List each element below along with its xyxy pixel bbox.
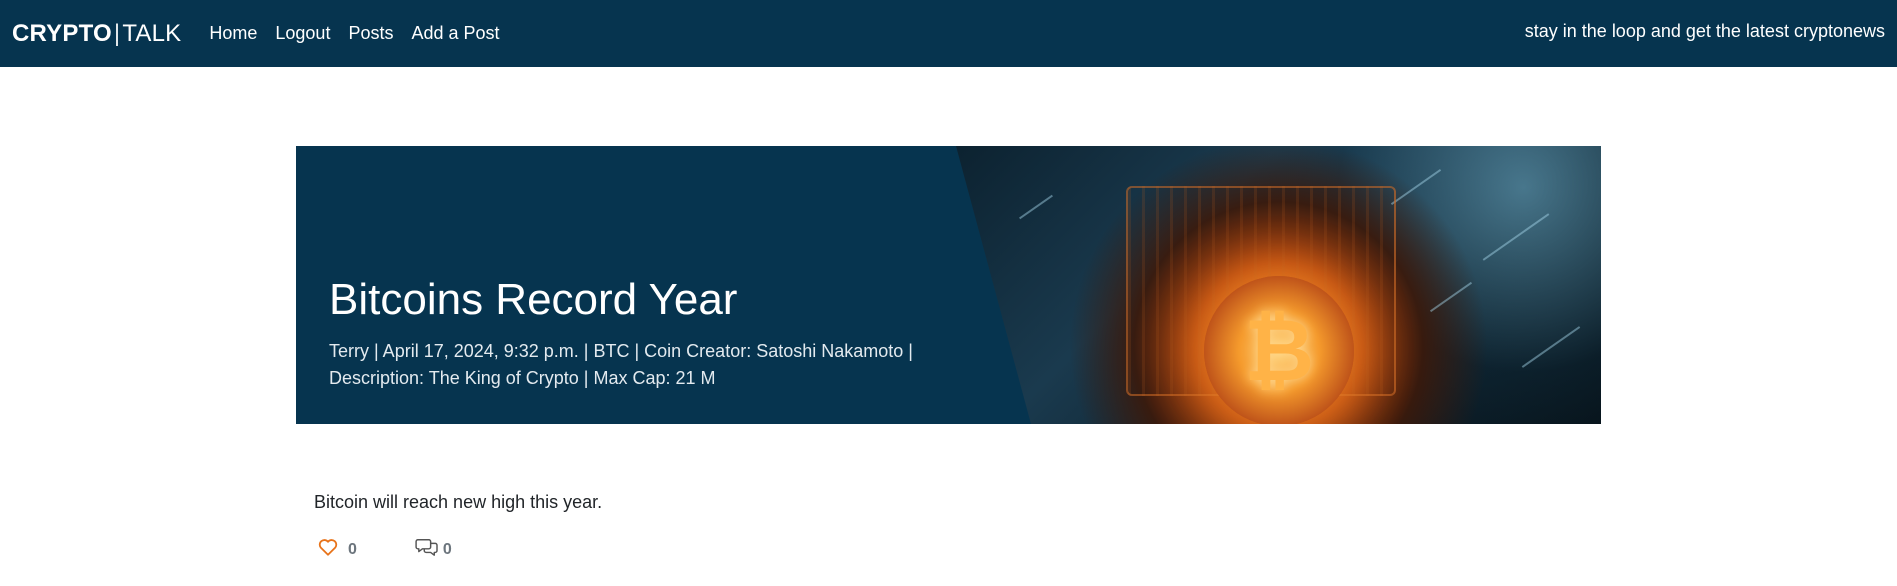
post-meta-line1: Terry | April 17, 2024, 9:32 p.m. | BTC …	[329, 341, 913, 362]
like-count: 0	[348, 540, 357, 558]
brand-talk: TALK	[122, 19, 182, 47]
nav-link-posts[interactable]: Posts	[348, 23, 393, 44]
nav-tagline: stay in the loop and get the latest cryp…	[1524, 21, 1885, 41]
like-button[interactable]: 0	[318, 538, 357, 561]
nav-link-add-post[interactable]: Add a Post	[411, 23, 499, 44]
brand-logo[interactable]: CRYPTO | TALK	[12, 20, 181, 48]
comments-icon	[415, 537, 439, 562]
navbar: CRYPTO | TALK Home Logout Posts Add a Po…	[0, 0, 1897, 67]
nav-links: Home Logout Posts Add a Post	[209, 23, 517, 44]
post-meta: Terry | April 17, 2024, 9:32 p.m. | BTC …	[329, 338, 969, 392]
post-header-image: ₿	[956, 146, 1601, 424]
post-body: Bitcoin will reach new high this year.	[314, 492, 603, 512]
heart-icon	[318, 538, 338, 561]
bitcoin-icon: ₿	[1204, 276, 1354, 424]
brand-crypto: CRYPTO	[12, 19, 112, 47]
post-actions: 0 0	[318, 537, 452, 562]
comment-count: 0	[442, 540, 452, 558]
post-title: Bitcoins Record Year	[329, 275, 738, 324]
brand-separator: |	[113, 19, 121, 47]
nav-link-logout[interactable]: Logout	[275, 23, 330, 44]
post-header: ₿ Bitcoins Record Year Terry | April 17,…	[296, 146, 1601, 424]
post-meta-line2: Description: The King of Crypto | Max Ca…	[329, 368, 716, 389]
post-header-text: Bitcoins Record Year Terry | April 17, 2…	[329, 275, 969, 392]
nav-link-home[interactable]: Home	[209, 23, 257, 44]
comments-button[interactable]: 0	[415, 537, 452, 562]
